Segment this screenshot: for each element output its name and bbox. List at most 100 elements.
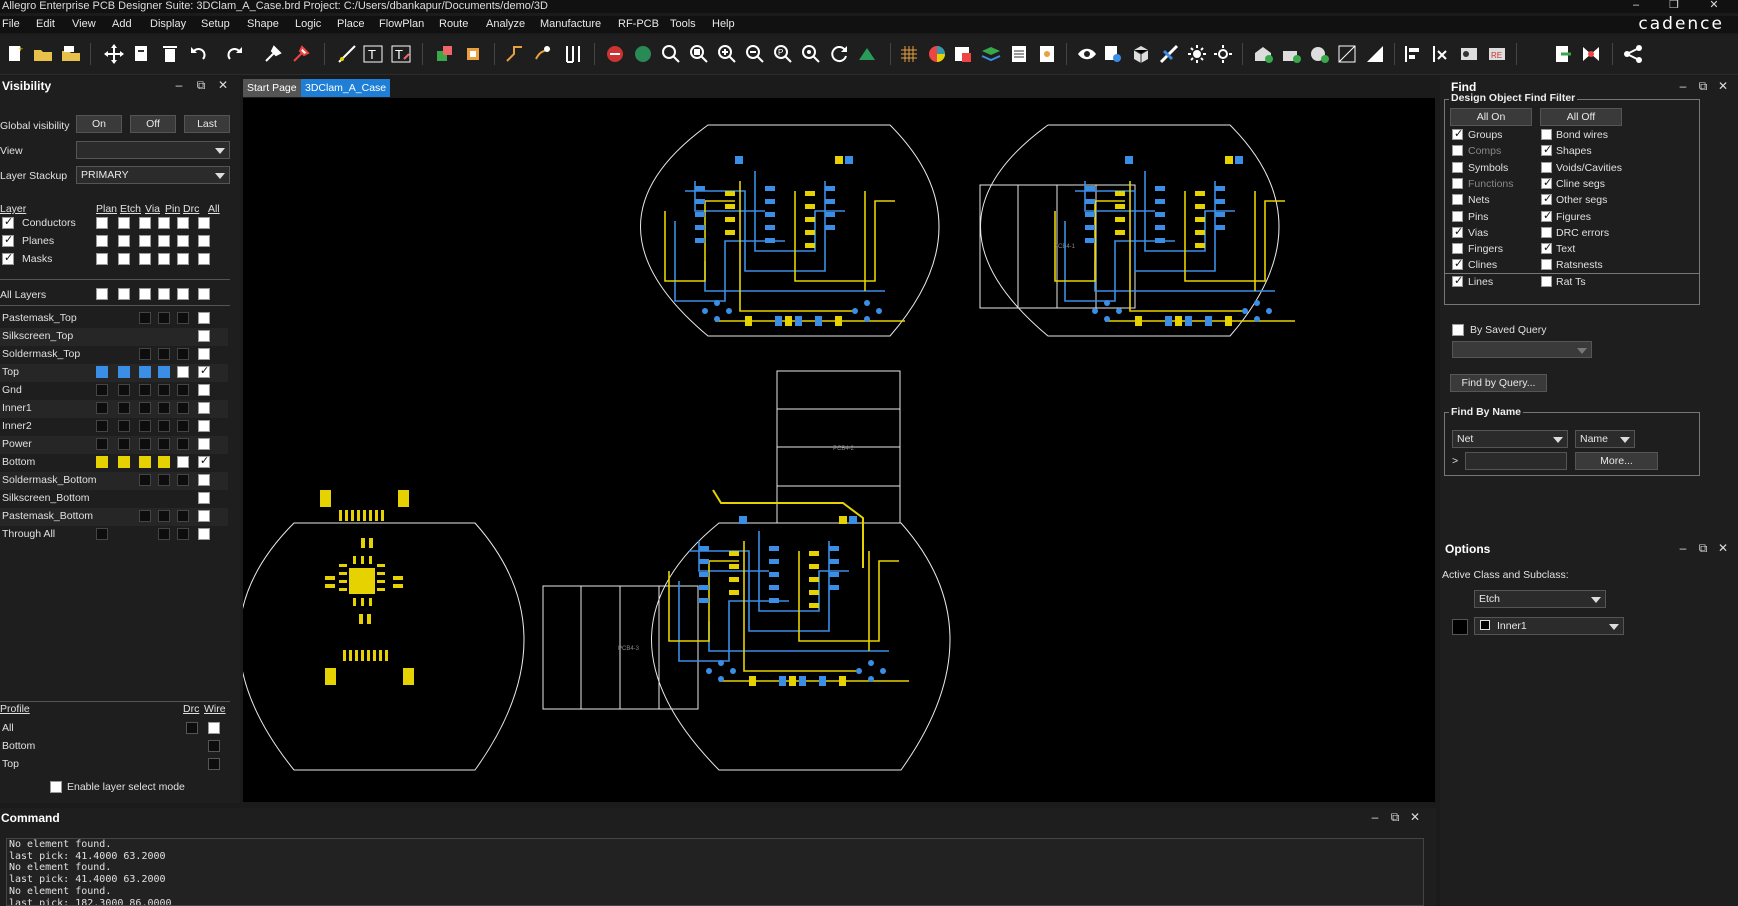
shape-void-icon[interactable] xyxy=(1308,43,1330,65)
all-off-button[interactable]: All Off xyxy=(1540,108,1622,126)
move-icon[interactable] xyxy=(103,43,125,65)
menu-flowplan[interactable]: FlowPlan xyxy=(379,18,424,30)
layer-all-checkbox[interactable] xyxy=(198,454,210,468)
close-button[interactable]: ✕ xyxy=(1696,0,1732,13)
menu-logic[interactable]: Logic xyxy=(295,18,321,30)
layer-color-swatch[interactable] xyxy=(96,456,108,468)
layer-drc-checkbox[interactable] xyxy=(177,366,189,378)
layer-color-swatch[interactable] xyxy=(158,366,170,378)
menu-display[interactable]: Display xyxy=(150,18,186,30)
filter-checkbox[interactable] xyxy=(1452,274,1463,287)
layer-color-swatch[interactable] xyxy=(96,528,108,540)
show-element-icon[interactable] xyxy=(1102,43,1124,65)
by-saved-query-checkbox[interactable] xyxy=(1452,324,1464,336)
layer-all-checkbox[interactable] xyxy=(198,474,210,486)
layer-color-swatch[interactable] xyxy=(158,384,170,396)
float-panel-icon[interactable]: ⧉ xyxy=(1696,542,1710,556)
group-cell-checkbox[interactable] xyxy=(118,217,130,229)
find-mode-dropdown[interactable]: Name xyxy=(1575,430,1635,448)
layer-name[interactable]: Silkscreen_Top xyxy=(2,330,73,342)
pin-icon[interactable] xyxy=(262,43,284,65)
group-cell-checkbox[interactable] xyxy=(96,217,108,229)
filter-checkbox[interactable] xyxy=(1541,241,1552,255)
layer-name[interactable]: Soldermask_Bottom xyxy=(2,474,97,486)
layer-name[interactable]: Inner2 xyxy=(2,420,32,432)
layer-color-swatch[interactable] xyxy=(158,348,170,360)
redo-icon[interactable] xyxy=(224,43,246,65)
group-cell-checkbox[interactable] xyxy=(139,217,151,229)
3d-box-icon[interactable] xyxy=(1130,43,1152,65)
profile-wire-swatch[interactable] xyxy=(208,758,220,770)
layer-all-checkbox[interactable] xyxy=(198,384,210,396)
group-cell-checkbox[interactable] xyxy=(139,235,151,247)
layer-color-swatch[interactable] xyxy=(96,438,108,450)
save-icon[interactable] xyxy=(60,43,82,65)
group-cell-checkbox[interactable] xyxy=(177,235,189,247)
float-panel-icon[interactable]: ⧉ xyxy=(1696,80,1710,94)
minimize-panel-icon[interactable]: – xyxy=(172,79,186,93)
minimize-panel-icon[interactable]: – xyxy=(1368,811,1382,825)
shape-select-icon[interactable] xyxy=(1336,43,1358,65)
class-dropdown[interactable]: Etch xyxy=(1474,590,1606,608)
global-on-button[interactable]: On xyxy=(76,115,122,133)
filter-checkbox[interactable] xyxy=(1541,209,1552,222)
profile-row-label[interactable]: Top xyxy=(2,758,19,770)
layer-color-swatch[interactable] xyxy=(139,420,151,432)
layer-color-swatch[interactable] xyxy=(177,438,189,450)
layer-color-swatch[interactable] xyxy=(139,510,151,522)
swap-icon[interactable] xyxy=(1458,43,1480,65)
fanout-icon[interactable] xyxy=(562,43,584,65)
maximize-button[interactable]: ❐ xyxy=(1656,0,1692,13)
command-output[interactable]: No element found. last pick: 41.4000 63.2… xyxy=(6,838,1424,906)
all-layers-checkbox[interactable] xyxy=(118,288,130,300)
filter-checkbox[interactable] xyxy=(1541,129,1552,140)
all-layers-checkbox[interactable] xyxy=(177,288,189,300)
export-icon[interactable] xyxy=(1552,43,1574,65)
layer-color-swatch[interactable] xyxy=(96,420,108,432)
layer-color-swatch[interactable] xyxy=(158,528,170,540)
more-button[interactable]: More... xyxy=(1575,452,1658,470)
filter-checkbox[interactable] xyxy=(1452,257,1463,271)
filter-checkbox[interactable] xyxy=(1541,275,1552,287)
layer-name[interactable]: Pastemask_Top xyxy=(2,312,77,324)
menu-help[interactable]: Help xyxy=(712,18,735,30)
layer-name[interactable]: Top xyxy=(2,366,19,378)
all-layers-checkbox[interactable] xyxy=(198,288,210,300)
layer-color-swatch[interactable] xyxy=(158,456,170,468)
copy-icon[interactable] xyxy=(131,43,153,65)
layer-color-swatch[interactable] xyxy=(139,474,151,486)
rename-icon[interactable]: RE xyxy=(1486,43,1508,65)
shape-edit-icon[interactable] xyxy=(1280,43,1302,65)
layer-stackup-dropdown[interactable]: PRIMARY xyxy=(76,166,230,184)
filter-checkbox[interactable] xyxy=(1452,177,1463,189)
group-cell-checkbox[interactable] xyxy=(139,253,151,265)
group-cell-checkbox[interactable] xyxy=(96,235,108,247)
all-on-button[interactable]: All On xyxy=(1450,108,1532,126)
layer-color-swatch[interactable] xyxy=(118,420,130,432)
layer-all-checkbox[interactable] xyxy=(198,420,210,432)
filter-checkbox[interactable] xyxy=(1541,226,1552,238)
close-panel-icon[interactable]: ✕ xyxy=(1716,542,1730,556)
layer-all-checkbox[interactable] xyxy=(198,348,210,360)
redraw-icon[interactable] xyxy=(828,43,850,65)
unpin-icon[interactable] xyxy=(290,43,312,65)
float-panel-icon[interactable]: ⧉ xyxy=(1388,811,1402,825)
layer-all-checkbox[interactable] xyxy=(198,330,210,342)
layer-name[interactable]: Soldermask_Top xyxy=(2,348,80,360)
layer-color-swatch[interactable] xyxy=(177,528,189,540)
filter-checkbox[interactable] xyxy=(1452,161,1463,173)
all-layers-checkbox[interactable] xyxy=(139,288,151,300)
view-dropdown[interactable] xyxy=(76,141,230,159)
menu-place[interactable]: Place xyxy=(337,18,365,30)
layer-color-swatch[interactable] xyxy=(96,366,108,378)
menu-route[interactable]: Route xyxy=(439,18,468,30)
subclass-dropdown[interactable]: Inner1 xyxy=(1474,617,1624,635)
group-cell-checkbox[interactable] xyxy=(198,217,210,229)
menu-tools[interactable]: Tools xyxy=(670,18,696,30)
layer-name[interactable]: Silkscreen_Bottom xyxy=(2,492,90,504)
highlight-icon[interactable] xyxy=(1158,43,1180,65)
chip-icon[interactable] xyxy=(462,43,484,65)
layer-all-checkbox[interactable] xyxy=(198,492,210,504)
layer-color-swatch[interactable] xyxy=(158,312,170,324)
filter-checkbox[interactable] xyxy=(1541,176,1552,189)
